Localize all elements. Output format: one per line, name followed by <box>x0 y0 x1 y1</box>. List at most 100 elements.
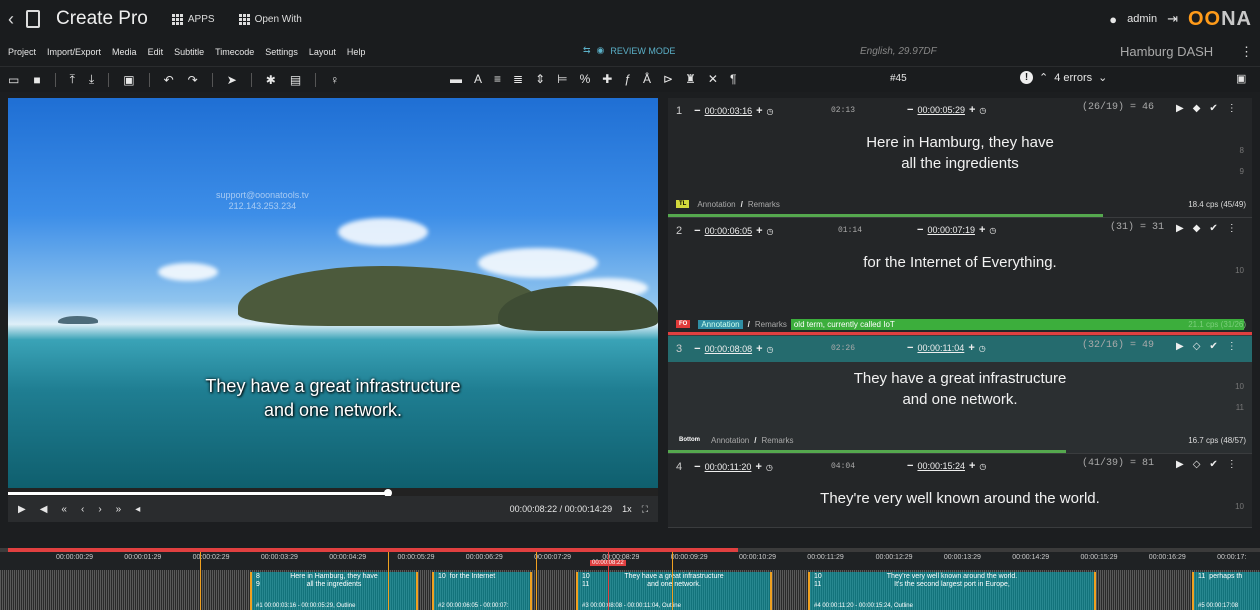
upload-icon[interactable]: ⤒ <box>70 72 75 87</box>
add-icon[interactable]: ✚ <box>602 72 612 86</box>
chevron-up-icon[interactable]: ⌃ <box>1039 71 1048 84</box>
font-icon[interactable]: A <box>474 72 482 86</box>
subtitle-text[interactable]: They're very well known around the world… <box>668 488 1252 511</box>
lightbulb-icon[interactable]: ♀ <box>330 73 339 87</box>
pilcrow-icon[interactable]: ¶ <box>730 72 736 86</box>
back-chevron-icon[interactable]: ‹ <box>8 9 14 30</box>
timecode-in[interactable]: 00:00:03:16 <box>705 106 753 116</box>
menu-layout[interactable]: Layout <box>309 47 336 57</box>
open-with-button[interactable]: Open With <box>238 13 302 25</box>
errors-dropdown[interactable]: ! ⌃ 4 errors ⌄ <box>1020 71 1107 84</box>
timeline-segment[interactable]: 10 11 They're very well known around the w… <box>808 572 1096 610</box>
box-icon[interactable]: ▬ <box>450 72 462 86</box>
subtitle-item[interactable]: 2 −00:00:06:05 + ◷ 01:14 −00:00:07:19 + ◷ (3… <box>668 218 1252 336</box>
download-icon[interactable]: ⤓ <box>89 72 94 87</box>
annotation-link[interactable]: Annotation <box>711 436 749 445</box>
subtitle-text[interactable]: Here in Hamburg, they have all the ingred… <box>668 132 1252 176</box>
more-icon[interactable]: ⋮ <box>1227 103 1237 114</box>
undo-icon[interactable]: ↶ <box>164 73 174 87</box>
delete-icon[interactable]: ♜ <box>685 72 696 86</box>
media-icon[interactable]: ▣ <box>123 73 134 87</box>
function-icon[interactable]: ƒ <box>624 72 631 86</box>
plus-icon[interactable]: + <box>968 342 974 354</box>
annotation-note[interactable]: old term, currently called IoT <box>790 318 1244 330</box>
play-icon[interactable]: ▶ <box>1176 103 1184 114</box>
minus-icon[interactable]: − <box>907 342 913 354</box>
link-icon[interactable]: % <box>580 72 591 86</box>
plus-icon[interactable]: + <box>755 461 761 473</box>
settings-gear-icon[interactable]: ✱ <box>266 73 276 87</box>
tag-icon[interactable]: ◆ <box>1193 103 1201 114</box>
menu-media[interactable]: Media <box>112 47 137 57</box>
menu-subtitle[interactable]: Subtitle <box>174 47 204 57</box>
tag-icon[interactable]: ◇ <box>1193 459 1201 470</box>
subtitle-text[interactable]: for the Internet of Everything. 10 <box>668 252 1252 275</box>
check-icon[interactable]: ✔ <box>1209 223 1217 234</box>
subtitle-item[interactable]: 1 −00:00:03:16 + ◷ 02:13 −00:00:05:29 + ◷ (2… <box>668 98 1252 218</box>
split-icon[interactable]: ⊨ <box>557 72 567 86</box>
timecode-out[interactable]: 00:00:11:04 <box>917 343 964 353</box>
playback-speed[interactable]: 1x <box>622 504 632 514</box>
timecode-out[interactable]: 00:00:07:19 <box>927 225 975 235</box>
menu-settings[interactable]: Settings <box>265 47 298 57</box>
play-icon[interactable]: ▶ <box>18 504 26 515</box>
timecode-out[interactable]: 00:00:15:24 <box>917 461 965 471</box>
timecode-in[interactable]: 00:00:08:08 <box>705 344 753 354</box>
plus-icon[interactable]: + <box>969 104 975 116</box>
menu-timecode[interactable]: Timecode <box>215 47 254 57</box>
minus-icon[interactable]: − <box>694 461 700 473</box>
clock-icon[interactable]: ◷ <box>989 226 996 235</box>
close-icon[interactable]: ✕ <box>708 72 718 86</box>
redo-icon[interactable]: ↷ <box>188 73 198 87</box>
minus-icon[interactable]: − <box>907 460 913 472</box>
tag-icon[interactable]: ◆ <box>1193 223 1201 234</box>
check-icon[interactable]: ✔ <box>1209 103 1217 114</box>
menu-help[interactable]: Help <box>347 47 366 57</box>
play-from-icon[interactable]: ⊳ <box>663 72 673 86</box>
more-icon[interactable]: ⋮ <box>1227 459 1237 470</box>
chevron-down-icon[interactable]: ⌄ <box>1098 71 1107 84</box>
clock-icon[interactable]: ◷ <box>767 227 774 236</box>
position-icon[interactable]: ⇕ <box>535 72 545 86</box>
clock-icon[interactable]: ◷ <box>979 106 986 115</box>
timecode-in[interactable]: 00:00:06:05 <box>705 226 753 236</box>
logout-icon[interactable]: ⇥ <box>1167 11 1178 27</box>
more-icon[interactable]: ⋮ <box>1227 223 1237 234</box>
play-icon[interactable]: ▶ <box>1176 459 1184 470</box>
menu-edit[interactable]: Edit <box>148 47 164 57</box>
plus-icon[interactable]: + <box>756 105 762 117</box>
more-options-icon[interactable]: ⋮ <box>1240 44 1253 60</box>
fit-screen-icon[interactable]: ▣ <box>1236 72 1246 85</box>
clock-icon[interactable]: ◷ <box>979 462 986 471</box>
subtitle-item[interactable]: 4 −00:00:11:20 + ◷ 04:04 −00:00:15:24 + ◷ (4… <box>668 454 1252 528</box>
prev-frame-icon[interactable]: ‹ <box>81 504 84 515</box>
clock-icon[interactable]: ◷ <box>767 345 774 354</box>
align-icon[interactable]: ≡ <box>494 72 501 86</box>
review-mode-toggle[interactable]: ⇆ ◉ REVIEW MODE <box>583 45 675 56</box>
next-frame-icon[interactable]: › <box>98 504 101 515</box>
timecode-in[interactable]: 00:00:11:20 <box>705 462 752 472</box>
keyboard-icon[interactable]: ▤ <box>290 73 301 87</box>
plus-icon[interactable]: + <box>756 225 762 237</box>
open-folder-icon[interactable]: ▭ <box>8 73 19 87</box>
remarks-link[interactable]: Remarks <box>755 320 787 329</box>
timeline-segment[interactable]: 10 11 They have a great infrastructure and … <box>576 572 772 610</box>
username[interactable]: admin <box>1127 13 1157 25</box>
plus-icon[interactable]: + <box>979 224 985 236</box>
rewind-icon[interactable]: « <box>61 504 67 515</box>
timeline-segment[interactable]: 8 9 Here in Hamburg, they have all the ingr… <box>250 572 418 610</box>
minus-icon[interactable]: − <box>694 105 700 117</box>
timeline-segment[interactable]: 11 perhaps th #5 00:00:17:08 <box>1192 572 1260 610</box>
plus-icon[interactable]: + <box>969 460 975 472</box>
spell-icon[interactable]: Å <box>643 72 651 86</box>
video-player[interactable]: support@ooonatools.tv 212.143.253.234 The… <box>8 98 658 488</box>
minus-icon[interactable]: − <box>907 104 913 116</box>
minus-icon[interactable]: − <box>694 225 700 237</box>
timeline-segment[interactable]: 10 for the Internet #2 00:00:06:05 - 00:0… <box>432 572 532 610</box>
audio-waveform[interactable]: 8 9 Here in Hamburg, they have all the ingr… <box>0 570 1260 610</box>
volume-icon[interactable]: ◀ <box>40 504 48 515</box>
annotation-link[interactable]: Annotation <box>697 200 735 209</box>
fast-forward-icon[interactable]: » <box>116 504 122 515</box>
minus-icon[interactable]: − <box>694 343 700 355</box>
check-icon[interactable]: ✔ <box>1209 459 1217 470</box>
